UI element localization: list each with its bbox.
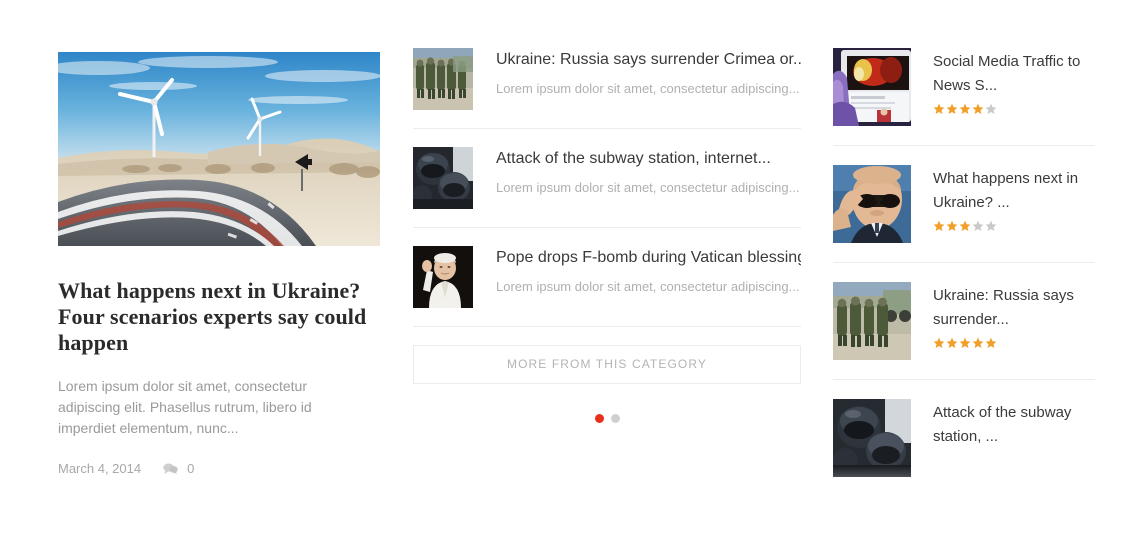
list-item-excerpt: Lorem ipsum dolor sit amet, consectetur … xyxy=(496,180,800,195)
soldiers-in-formation-photo xyxy=(413,48,473,110)
list-item-thumbnail[interactable] xyxy=(413,48,473,110)
star-icon-filled xyxy=(933,220,945,231)
more-from-category-button[interactable]: MORE FROM THIS CATEGORY xyxy=(413,345,801,384)
pope-waving-photo xyxy=(413,246,473,308)
star-icon-filled xyxy=(985,337,997,348)
star-icon-filled xyxy=(933,103,945,114)
list-item[interactable]: Attack of the subway station, internet..… xyxy=(413,147,801,228)
pagination-dot[interactable] xyxy=(610,414,620,423)
list-item-excerpt: Lorem ipsum dolor sit amet, consectetur … xyxy=(496,279,800,294)
tablet-in-hands-photo xyxy=(833,48,911,126)
comment-bubble-icon xyxy=(163,463,178,474)
sidebar-item-thumbnail[interactable] xyxy=(833,165,911,243)
carousel-pagination xyxy=(413,414,801,423)
featured-article-title[interactable]: What happens next in Ukraine? Four scena… xyxy=(58,278,368,356)
list-item[interactable]: Ukraine: Russia says surrender Crimea or… xyxy=(413,48,801,129)
sidebar-list-item[interactable]: Social Media Traffic to News S... xyxy=(833,48,1095,146)
sidebar-list-item[interactable]: Ukraine: Russia says surrender... xyxy=(833,282,1095,380)
sidebar-list-item[interactable]: Attack of the subway station, ... xyxy=(833,399,1095,496)
star-rating[interactable] xyxy=(933,103,1095,115)
sidebar-item-body: What happens next in Ukraine? ... xyxy=(933,165,1095,232)
star-icon-empty xyxy=(985,103,997,114)
list-item-thumbnail[interactable] xyxy=(413,147,473,209)
news-widget-page: What happens next in Ukraine? Four scena… xyxy=(0,0,1140,540)
sidebar-item-body: Ukraine: Russia says surrender... xyxy=(933,282,1095,349)
featured-article-date: March 4, 2014 xyxy=(58,461,142,476)
star-icon-empty xyxy=(985,220,997,231)
star-icon-filled xyxy=(959,337,971,348)
sidebar-item-thumbnail[interactable] xyxy=(833,399,911,477)
rated-articles-sidebar: Social Media Traffic to News S... What h… xyxy=(833,48,1095,518)
sidebar-item-thumbnail[interactable] xyxy=(833,48,911,126)
list-item-body: Attack of the subway station, internet..… xyxy=(496,147,801,196)
star-icon-filled xyxy=(972,337,984,348)
list-item-title[interactable]: Ukraine: Russia says surrender Crimea or… xyxy=(496,50,801,70)
star-rating[interactable] xyxy=(933,337,1095,349)
list-item-body: Ukraine: Russia says surrender Crimea or… xyxy=(496,48,801,97)
comment-count-value: 0 xyxy=(187,461,195,476)
star-icon-filled xyxy=(946,103,958,114)
pagination-dot-active[interactable] xyxy=(594,414,604,423)
riot-police-helmets-photo xyxy=(413,147,473,209)
list-item-title[interactable]: Pope drops F-bomb during Vatican blessin… xyxy=(496,248,801,268)
star-icon-filled xyxy=(946,337,958,348)
sidebar-item-title[interactable]: Social Media Traffic to News S... xyxy=(933,50,1095,98)
soldiers-in-formation-photo xyxy=(833,282,911,360)
featured-article-meta: March 4, 2014 0 xyxy=(58,461,380,476)
desert-road-wind-turbines-photo xyxy=(58,52,380,246)
list-item-body: Pope drops F-bomb during Vatican blessin… xyxy=(496,246,801,295)
comment-count-group[interactable]: 0 xyxy=(163,461,194,476)
star-icon-filled xyxy=(959,103,971,114)
sidebar-item-body: Social Media Traffic to News S... xyxy=(933,48,1095,115)
list-item-title[interactable]: Attack of the subway station, internet..… xyxy=(496,149,801,169)
article-list-column: Ukraine: Russia says surrender Crimea or… xyxy=(413,48,801,423)
featured-article-column: What happens next in Ukraine? Four scena… xyxy=(58,52,380,476)
sidebar-item-title[interactable]: What happens next in Ukraine? ... xyxy=(933,167,1095,215)
star-icon-filled xyxy=(972,103,984,114)
sidebar-item-body: Attack of the subway station, ... xyxy=(933,399,1095,449)
sidebar-item-title[interactable]: Ukraine: Russia says surrender... xyxy=(933,284,1095,332)
star-icon-filled xyxy=(933,337,945,348)
list-item-excerpt: Lorem ipsum dolor sit amet, consectetur … xyxy=(496,81,800,96)
featured-article-image[interactable] xyxy=(58,52,380,246)
sidebar-item-title[interactable]: Attack of the subway station, ... xyxy=(933,401,1095,449)
sidebar-list-item[interactable]: What happens next in Ukraine? ... xyxy=(833,165,1095,263)
sidebar-item-thumbnail[interactable] xyxy=(833,282,911,360)
list-item-thumbnail[interactable] xyxy=(413,246,473,308)
star-icon-filled xyxy=(959,220,971,231)
star-icon-filled xyxy=(946,220,958,231)
riot-police-helmets-photo xyxy=(833,399,911,477)
star-icon-empty xyxy=(972,220,984,231)
star-rating[interactable] xyxy=(933,220,1095,232)
man-with-sunglasses-photo xyxy=(833,165,911,243)
list-item[interactable]: Pope drops F-bomb during Vatican blessin… xyxy=(413,246,801,327)
featured-article-excerpt: Lorem ipsum dolor sit amet, consectetur … xyxy=(58,378,312,436)
